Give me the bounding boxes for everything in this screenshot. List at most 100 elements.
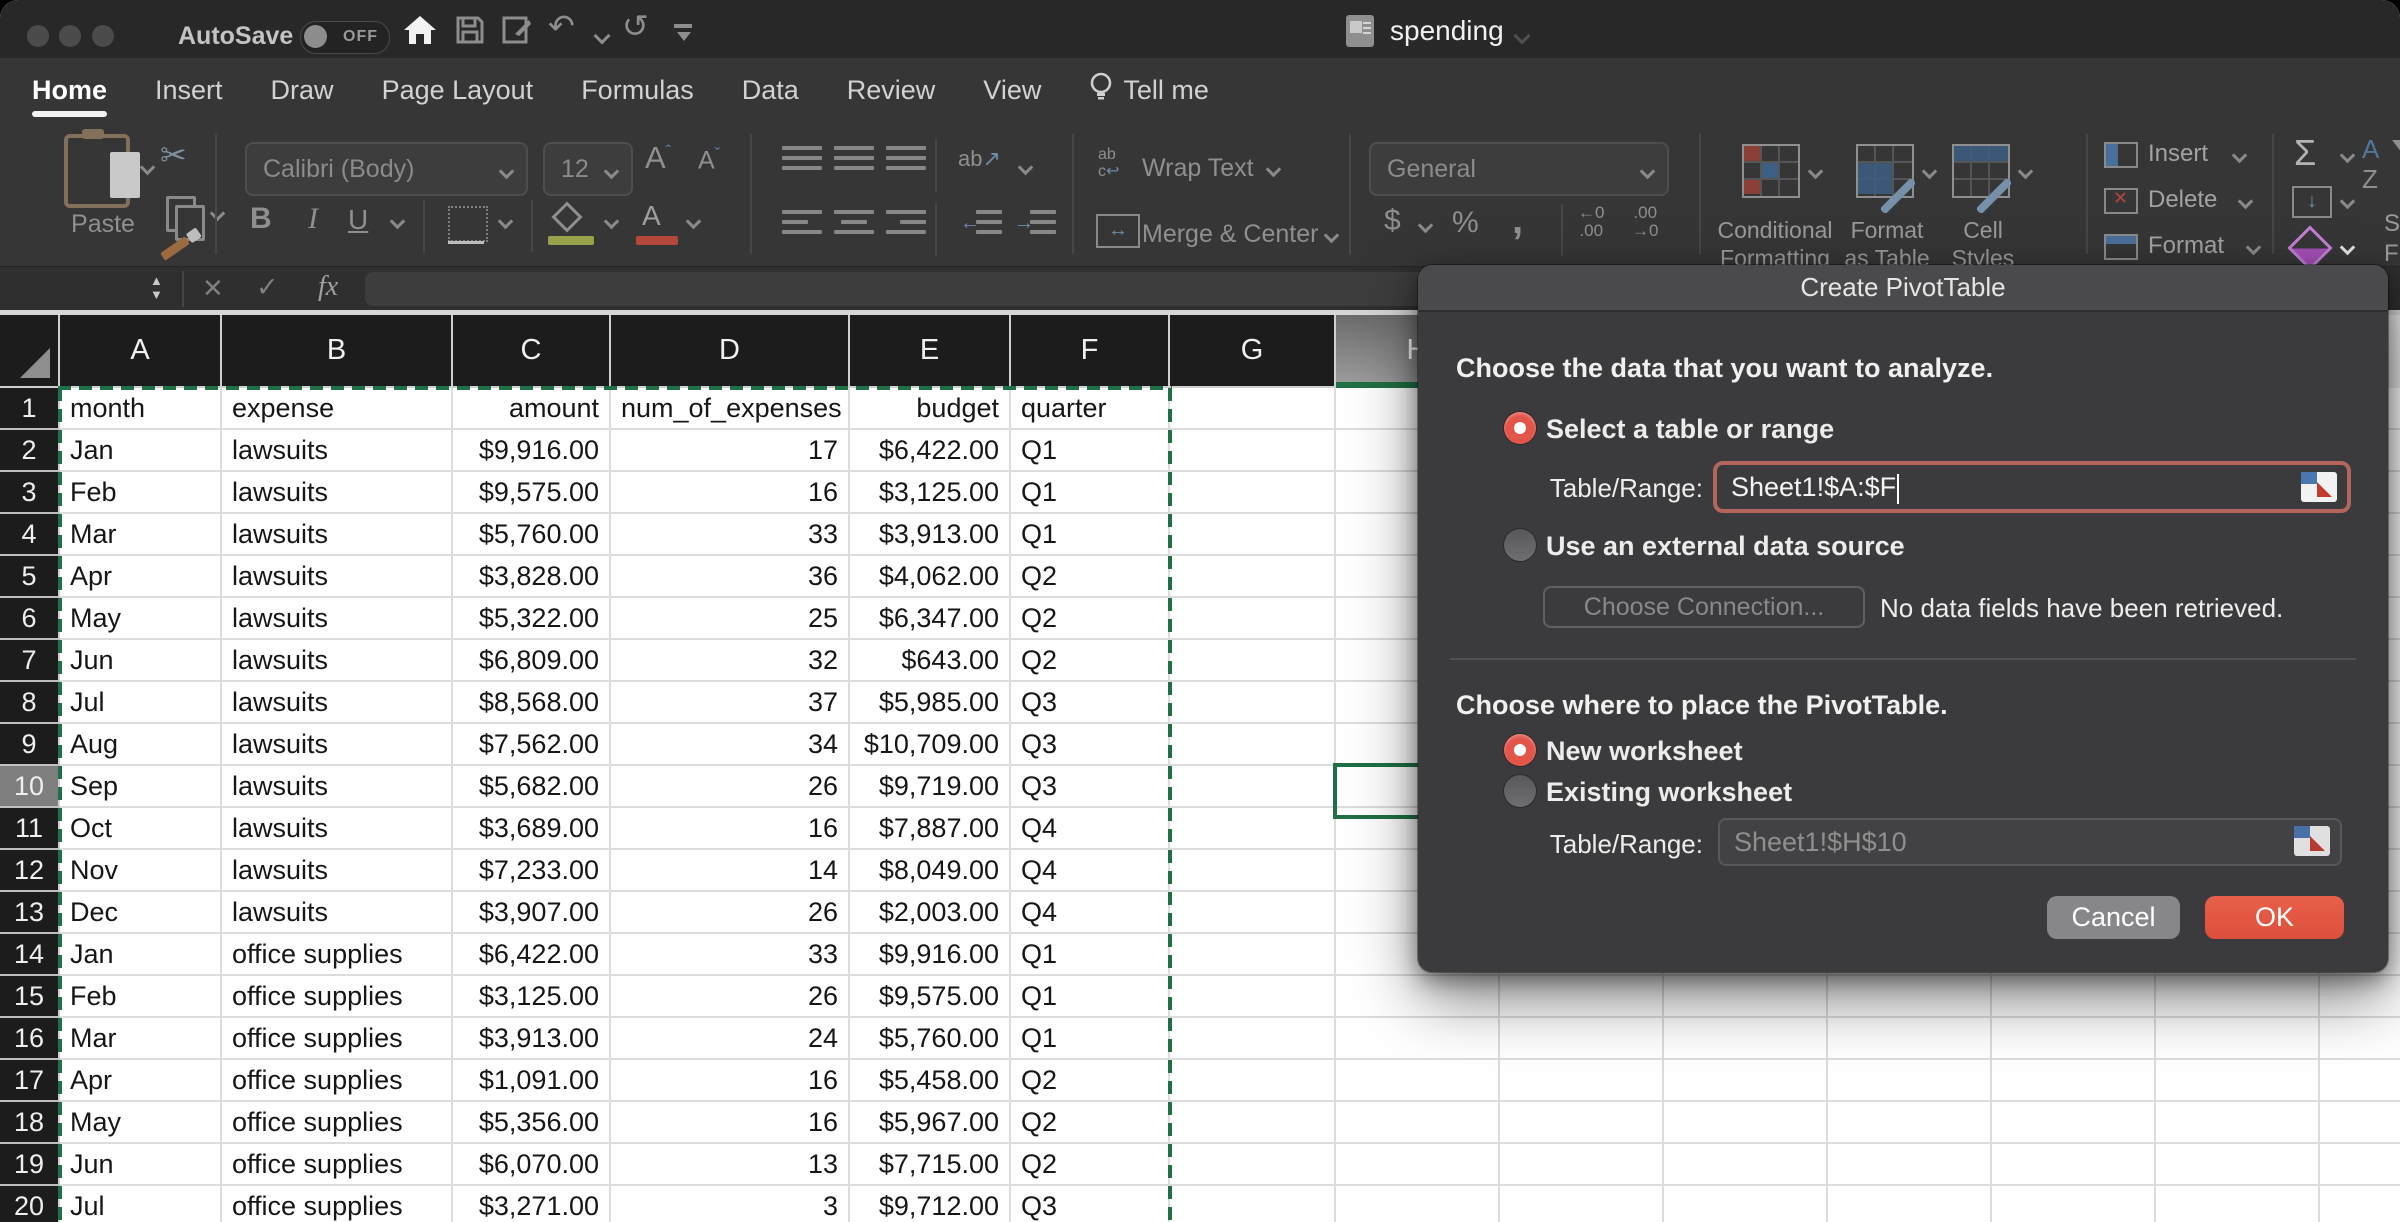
cell-H19[interactable] — [1336, 1144, 1500, 1186]
cell-E17[interactable]: $5,458.00 — [850, 1060, 1011, 1102]
cell-C10[interactable]: $5,682.00 — [453, 766, 611, 808]
format-as-table-chevron-icon[interactable] — [1922, 164, 1938, 180]
font-color-chevron-icon[interactable] — [686, 214, 702, 230]
cell-C18[interactable]: $5,356.00 — [453, 1102, 611, 1144]
cell-D7[interactable]: 32 — [611, 640, 850, 682]
cell-G4[interactable] — [1170, 514, 1336, 556]
font-name-select[interactable]: Calibri (Body) — [245, 142, 528, 196]
cell-F5[interactable]: Q2 — [1011, 556, 1170, 598]
select-table-range-radio[interactable] — [1504, 412, 1536, 444]
cell-M19[interactable] — [2156, 1144, 2320, 1186]
currency-format-button[interactable]: $ — [1384, 204, 1401, 238]
cell-F12[interactable]: Q4 — [1011, 850, 1170, 892]
autosave-toggle[interactable]: OFF — [300, 21, 390, 54]
row-header-8[interactable]: 8 — [0, 682, 60, 724]
range-selector-icon[interactable] — [2301, 472, 2337, 502]
insert-cells-icon[interactable] — [2104, 142, 2138, 168]
currency-chevron-icon[interactable] — [1418, 218, 1434, 234]
column-header-A[interactable]: A — [60, 315, 222, 388]
align-center-icon[interactable] — [834, 208, 874, 238]
cell-E15[interactable]: $9,575.00 — [850, 976, 1011, 1018]
borders-icon[interactable] — [448, 206, 488, 242]
cell-F1[interactable]: quarter — [1011, 388, 1170, 430]
select-table-range-label[interactable]: Select a table or range — [1546, 414, 1834, 445]
cell-G14[interactable] — [1170, 934, 1336, 976]
external-source-radio[interactable] — [1504, 529, 1536, 561]
cell-G9[interactable] — [1170, 724, 1336, 766]
new-worksheet-radio[interactable] — [1504, 734, 1536, 766]
cell-G12[interactable] — [1170, 850, 1336, 892]
cell-A9[interactable]: Aug — [60, 724, 222, 766]
cell-N15[interactable] — [2320, 976, 2400, 1018]
cell-F11[interactable]: Q4 — [1011, 808, 1170, 850]
cell-F19[interactable]: Q2 — [1011, 1144, 1170, 1186]
cell-A4[interactable]: Mar — [60, 514, 222, 556]
cell-K18[interactable] — [1828, 1102, 1992, 1144]
cell-B5[interactable]: lawsuits — [222, 556, 453, 598]
cell-C12[interactable]: $7,233.00 — [453, 850, 611, 892]
cell-N16[interactable] — [2320, 1018, 2400, 1060]
insert-function-icon[interactable]: fx — [318, 271, 338, 303]
cell-C5[interactable]: $3,828.00 — [453, 556, 611, 598]
cell-L15[interactable] — [1992, 976, 2156, 1018]
cell-E5[interactable]: $4,062.00 — [850, 556, 1011, 598]
cell-D17[interactable]: 16 — [611, 1060, 850, 1102]
row-header-1[interactable]: 1 — [0, 388, 60, 430]
row-header-15[interactable]: 15 — [0, 976, 60, 1018]
cell-styles-icon[interactable] — [1952, 144, 2010, 198]
cell-M16[interactable] — [2156, 1018, 2320, 1060]
cell-D4[interactable]: 33 — [611, 514, 850, 556]
cell-F10[interactable]: Q3 — [1011, 766, 1170, 808]
orientation-icon[interactable]: ab↗ — [958, 146, 1001, 172]
autosum-chevron-icon[interactable] — [2340, 148, 2356, 164]
cell-F16[interactable]: Q1 — [1011, 1018, 1170, 1060]
tab-review[interactable]: Review — [847, 75, 936, 106]
clear-chevron-icon[interactable] — [2340, 240, 2356, 256]
cell-G1[interactable] — [1170, 388, 1336, 430]
align-middle-icon[interactable] — [834, 144, 874, 174]
cell-K17[interactable] — [1828, 1060, 1992, 1102]
merge-center-icon[interactable]: ↔ — [1096, 214, 1140, 248]
cell-A14[interactable]: Jan — [60, 934, 222, 976]
cell-D12[interactable]: 14 — [611, 850, 850, 892]
cell-E2[interactable]: $6,422.00 — [850, 430, 1011, 472]
cell-D2[interactable]: 17 — [611, 430, 850, 472]
cell-L19[interactable] — [1992, 1144, 2156, 1186]
comma-format-button[interactable]: , — [1512, 198, 1523, 243]
merge-center-button[interactable]: Merge & Center — [1142, 220, 1318, 249]
filter-funnel-icon[interactable] — [2392, 140, 2400, 166]
cell-E18[interactable]: $5,967.00 — [850, 1102, 1011, 1144]
cell-C11[interactable]: $3,689.00 — [453, 808, 611, 850]
cell-M20[interactable] — [2156, 1186, 2320, 1222]
cell-E3[interactable]: $3,125.00 — [850, 472, 1011, 514]
cell-A15[interactable]: Feb — [60, 976, 222, 1018]
cell-J17[interactable] — [1664, 1060, 1828, 1102]
cell-H16[interactable] — [1336, 1018, 1500, 1060]
cell-E7[interactable]: $643.00 — [850, 640, 1011, 682]
cell-D13[interactable]: 26 — [611, 892, 850, 934]
cell-I15[interactable] — [1500, 976, 1664, 1018]
cell-D3[interactable]: 16 — [611, 472, 850, 514]
cell-K16[interactable] — [1828, 1018, 1992, 1060]
minimize-window-button[interactable] — [59, 25, 81, 47]
cell-A13[interactable]: Dec — [60, 892, 222, 934]
cell-E13[interactable]: $2,003.00 — [850, 892, 1011, 934]
cell-F15[interactable]: Q1 — [1011, 976, 1170, 1018]
borders-chevron-icon[interactable] — [498, 214, 514, 230]
cell-E11[interactable]: $7,887.00 — [850, 808, 1011, 850]
cell-C17[interactable]: $1,091.00 — [453, 1060, 611, 1102]
cell-C16[interactable]: $3,913.00 — [453, 1018, 611, 1060]
cell-F20[interactable]: Q3 — [1011, 1186, 1170, 1222]
confirm-entry-icon[interactable]: ✓ — [256, 272, 279, 303]
placement-range-input[interactable]: Sheet1!$H$10 — [1718, 818, 2342, 866]
cell-B18[interactable]: office supplies — [222, 1102, 453, 1144]
cell-B9[interactable]: lawsuits — [222, 724, 453, 766]
range-selector-icon[interactable] — [2294, 826, 2330, 856]
cell-B8[interactable]: lawsuits — [222, 682, 453, 724]
cell-I19[interactable] — [1500, 1144, 1664, 1186]
cell-D16[interactable]: 24 — [611, 1018, 850, 1060]
align-right-icon[interactable] — [886, 208, 926, 238]
row-header-6[interactable]: 6 — [0, 598, 60, 640]
cell-F18[interactable]: Q2 — [1011, 1102, 1170, 1144]
cell-D10[interactable]: 26 — [611, 766, 850, 808]
